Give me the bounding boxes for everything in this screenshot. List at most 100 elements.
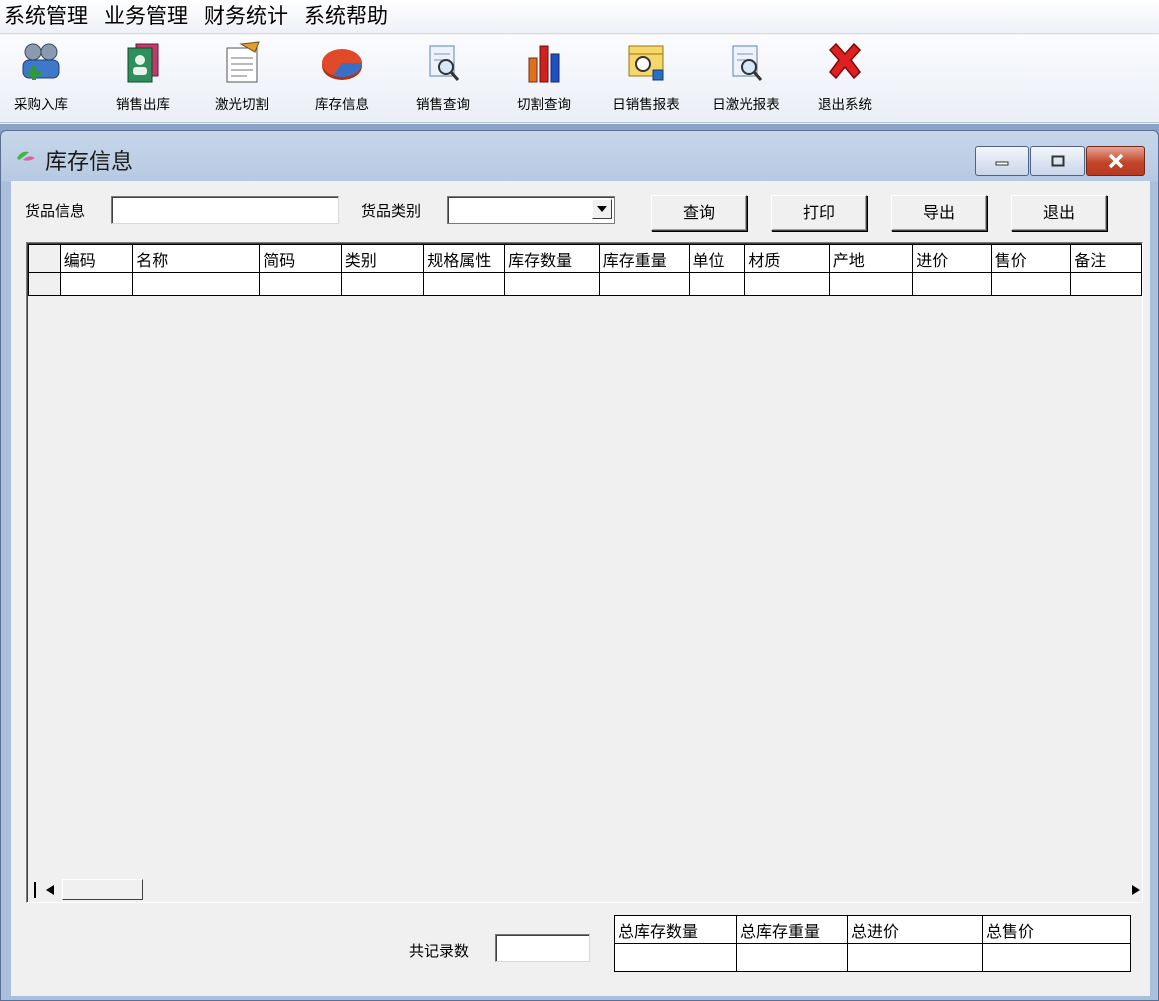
column-header[interactable]: 名称 (132, 244, 261, 273)
toolbar-exit-system-button[interactable]: 退出系统 (806, 40, 884, 120)
toolbar-inventory-info-button[interactable]: 库存信息 (303, 40, 381, 120)
minimize-icon (995, 161, 1009, 166)
column-header[interactable]: 库存数量 (504, 244, 600, 273)
goods-info-input[interactable] (111, 196, 339, 224)
scroll-left-arrow-icon[interactable] (46, 885, 54, 895)
table-cell[interactable] (912, 272, 992, 296)
query-button[interactable]: 查询 (651, 195, 747, 231)
close-button[interactable] (1086, 146, 1145, 176)
toolbar-laser-cutting-button[interactable]: 激光切割 (203, 40, 281, 120)
window-title-bar[interactable]: 库存信息 (1, 131, 1158, 181)
table-cell[interactable] (828, 272, 914, 296)
table-cell[interactable] (423, 272, 506, 296)
column-header[interactable]: 库存重量 (598, 244, 690, 273)
toolbar-label: 退出系统 (818, 97, 872, 113)
address-book-icon (127, 43, 159, 83)
toolbar-daily-laser-report-button[interactable]: 日激光报表 (700, 40, 792, 120)
row-header[interactable] (28, 272, 61, 296)
maximize-icon (1051, 155, 1064, 167)
table-cell[interactable] (598, 272, 690, 296)
table-cell[interactable] (688, 272, 746, 296)
grid-header-row: 编码 名称 简码 类别 规格属性 库存数量 库存重量 单位 材质 产地 进价 售… (28, 244, 1142, 273)
total-sale-price (982, 943, 1131, 972)
table-cell[interactable] (504, 272, 600, 296)
table-cell[interactable] (259, 272, 342, 296)
bar-chart-icon (528, 45, 560, 83)
record-count-field[interactable] (495, 934, 590, 962)
column-header[interactable]: 产地 (828, 244, 914, 273)
column-header[interactable]: 进价 (912, 244, 992, 273)
column-header[interactable]: 规格属性 (423, 244, 506, 273)
toolbar-label: 库存信息 (315, 97, 369, 113)
goods-category-select[interactable] (447, 196, 615, 224)
menu-finance-statistics[interactable]: 财务统计 (198, 0, 294, 34)
menu-bar: 系统管理 业务管理 财务统计 系统帮助 (0, 0, 1159, 34)
column-header[interactable]: 材质 (744, 244, 830, 273)
leaf-icon (17, 151, 35, 161)
toolbar-sales-outbound-button[interactable]: 销售出库 (104, 40, 182, 120)
toolbar-label: 日销售报表 (612, 97, 680, 113)
toolbar-label: 采购入库 (14, 97, 68, 113)
total-stock-quantity (614, 943, 737, 972)
exit-button[interactable]: 退出 (1011, 195, 1107, 231)
document-search-icon (732, 45, 763, 81)
column-header[interactable]: 编码 (59, 244, 134, 273)
close-icon (1108, 153, 1123, 169)
menu-system-help[interactable]: 系统帮助 (298, 0, 394, 34)
table-cell[interactable] (340, 272, 425, 296)
grid-table: 编码 名称 简码 类别 规格属性 库存数量 库存重量 单位 材质 产地 进价 售… (28, 244, 1142, 296)
toolbar-label: 销售查询 (416, 97, 470, 113)
totals-table: 总库存数量 总库存重量 总进价 总售价 (614, 915, 1131, 972)
toolbar-label: 日激光报表 (712, 97, 780, 113)
column-header[interactable]: 售价 (990, 244, 1072, 273)
grid-corner[interactable] (28, 244, 61, 273)
goods-category-label: 货品类别 (361, 202, 422, 220)
totals-header: 总库存重量 (736, 915, 848, 944)
red-x-icon (828, 42, 862, 80)
horizontal-scrollbar[interactable] (28, 879, 1141, 901)
table-cell[interactable] (744, 272, 830, 296)
users-add-icon (22, 43, 60, 80)
print-button[interactable]: 打印 (771, 195, 867, 231)
table-cell[interactable] (132, 272, 261, 296)
table-row[interactable] (28, 272, 1142, 296)
total-stock-weight (736, 943, 848, 972)
scrollbar-thumb[interactable] (62, 879, 143, 900)
minimize-button[interactable] (975, 146, 1029, 176)
inventory-grid[interactable]: 编码 名称 简码 类别 规格属性 库存数量 库存重量 单位 材质 产地 进价 售… (26, 242, 1143, 903)
export-button[interactable]: 导出 (891, 195, 987, 231)
document-edit-icon (226, 41, 260, 83)
totals-header: 总进价 (847, 915, 983, 944)
totals-value-row (614, 943, 1131, 972)
column-header[interactable]: 简码 (259, 244, 342, 273)
column-header[interactable]: 类别 (340, 244, 425, 273)
maximize-button[interactable] (1030, 146, 1085, 176)
totals-header: 总售价 (982, 915, 1131, 944)
scroll-right-arrow-icon[interactable] (1132, 885, 1140, 895)
totals-header-row: 总库存数量 总库存重量 总进价 总售价 (614, 915, 1131, 944)
menu-business-management[interactable]: 业务管理 (98, 0, 194, 34)
table-cell[interactable] (59, 272, 134, 296)
scroll-edge-left (34, 882, 36, 898)
report-search-icon (628, 45, 664, 81)
toolbar-purchase-inbound-button[interactable]: 采购入库 (2, 40, 80, 120)
pie-chart-icon (322, 49, 362, 80)
toolbar-daily-sales-report-button[interactable]: 日销售报表 (600, 40, 692, 120)
column-header[interactable]: 单位 (688, 244, 746, 273)
total-purchase-price (847, 943, 983, 972)
table-cell[interactable] (990, 272, 1072, 296)
toolbar-sales-query-button[interactable]: 销售查询 (404, 40, 482, 120)
goods-info-label: 货品信息 (25, 202, 86, 220)
column-header[interactable]: 备注 (1070, 244, 1142, 273)
inventory-window: 库存信息 货品信息 货品类别 查询 打印 导出 退出 编码 名称 简码 类别 规… (0, 130, 1159, 1001)
record-count-label: 共记录数 (409, 942, 470, 960)
chevron-down-icon (597, 206, 607, 212)
table-cell[interactable] (1070, 272, 1142, 296)
totals-header: 总库存数量 (614, 915, 737, 944)
dropdown-arrow[interactable] (592, 199, 612, 219)
window-client-area: 货品信息 货品类别 查询 打印 导出 退出 编码 名称 简码 类别 规格属性 库… (11, 181, 1150, 996)
toolbar-cutting-query-button[interactable]: 切割查询 (505, 40, 583, 120)
menu-system-management[interactable]: 系统管理 (0, 0, 94, 34)
toolbar-label: 切割查询 (517, 97, 571, 113)
toolbar: 采购入库 销售出库 激光切割 库存信息 销售查询 切割查询 日销售报表 日激光报… (0, 35, 1159, 123)
